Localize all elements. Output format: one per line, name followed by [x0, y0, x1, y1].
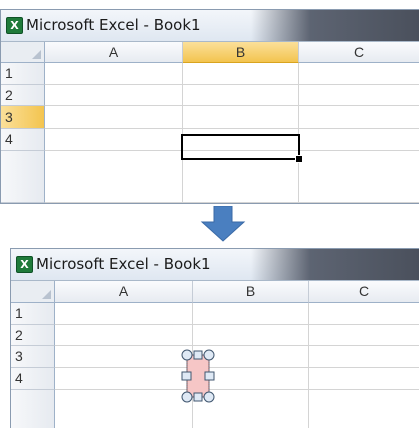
row-header-2[interactable]: 2: [11, 325, 55, 346]
select-all-triangle-icon: [42, 290, 51, 299]
cell-c5[interactable]: [309, 390, 419, 428]
row-header-1[interactable]: 1: [1, 63, 45, 85]
cell-a1[interactable]: [55, 303, 193, 325]
row-header-4[interactable]: 4: [1, 129, 45, 151]
cell-b3[interactable]: [183, 106, 299, 129]
active-cell-border[interactable]: [181, 134, 300, 160]
row-header-1[interactable]: 1: [11, 303, 55, 325]
cell-c5[interactable]: [299, 151, 419, 203]
cell-c2[interactable]: [309, 325, 419, 346]
selected-shape[interactable]: [179, 347, 219, 407]
select-all-triangle-icon: [32, 50, 41, 59]
column-header-c[interactable]: C: [299, 42, 419, 63]
down-arrow-icon: [200, 206, 246, 242]
column-header-c[interactable]: C: [309, 281, 419, 303]
column-header-b[interactable]: B: [183, 42, 299, 63]
cell-c4[interactable]: [309, 368, 419, 390]
fill-handle[interactable]: [295, 155, 303, 163]
cell-a5[interactable]: [45, 151, 183, 203]
cell-a1[interactable]: [45, 63, 183, 85]
window-title: Microsoft Excel - Book1: [36, 255, 211, 273]
cell-a3[interactable]: [45, 106, 183, 129]
select-all-corner[interactable]: [1, 42, 45, 63]
title-bar: X Microsoft Excel - Book1: [1, 10, 419, 42]
cell-a4[interactable]: [45, 129, 183, 151]
row-header-5-partial[interactable]: [1, 151, 45, 203]
cell-c3[interactable]: [309, 346, 419, 368]
excel-window-after: X Microsoft Excel - Book1 A B C 1 2 3 4: [10, 248, 419, 428]
column-header-a[interactable]: A: [55, 281, 193, 303]
cell-a4[interactable]: [55, 368, 193, 390]
cell-a2[interactable]: [45, 85, 183, 106]
cell-c2[interactable]: [299, 85, 419, 106]
row-header-3[interactable]: 3: [11, 346, 55, 368]
cell-c3[interactable]: [299, 106, 419, 129]
cell-b2[interactable]: [183, 85, 299, 106]
column-header-a[interactable]: A: [45, 42, 183, 63]
window-title: Microsoft Excel - Book1: [26, 16, 201, 34]
row-header-3[interactable]: 3: [1, 106, 45, 129]
cell-b2[interactable]: [193, 325, 309, 346]
excel-app-icon[interactable]: X: [16, 256, 33, 273]
row-header-5-partial[interactable]: [11, 390, 55, 428]
cell-c1[interactable]: [309, 303, 419, 325]
cell-a3[interactable]: [55, 346, 193, 368]
cell-b1[interactable]: [193, 303, 309, 325]
title-bar-shade: [251, 249, 419, 280]
excel-window-before: X Microsoft Excel - Book1 A B C 1 2 3 4: [0, 9, 419, 204]
select-all-corner[interactable]: [11, 281, 55, 303]
cell-c4[interactable]: [299, 129, 419, 151]
cell-a5[interactable]: [55, 390, 193, 428]
title-bar-shade: [251, 10, 419, 41]
row-header-2[interactable]: 2: [1, 85, 45, 106]
column-header-b[interactable]: B: [193, 281, 309, 303]
cell-c1[interactable]: [299, 63, 419, 85]
title-bar: X Microsoft Excel - Book1: [11, 249, 419, 281]
cell-b1[interactable]: [183, 63, 299, 85]
excel-app-icon[interactable]: X: [6, 17, 23, 34]
row-header-4[interactable]: 4: [11, 368, 55, 390]
cell-a2[interactable]: [55, 325, 193, 346]
